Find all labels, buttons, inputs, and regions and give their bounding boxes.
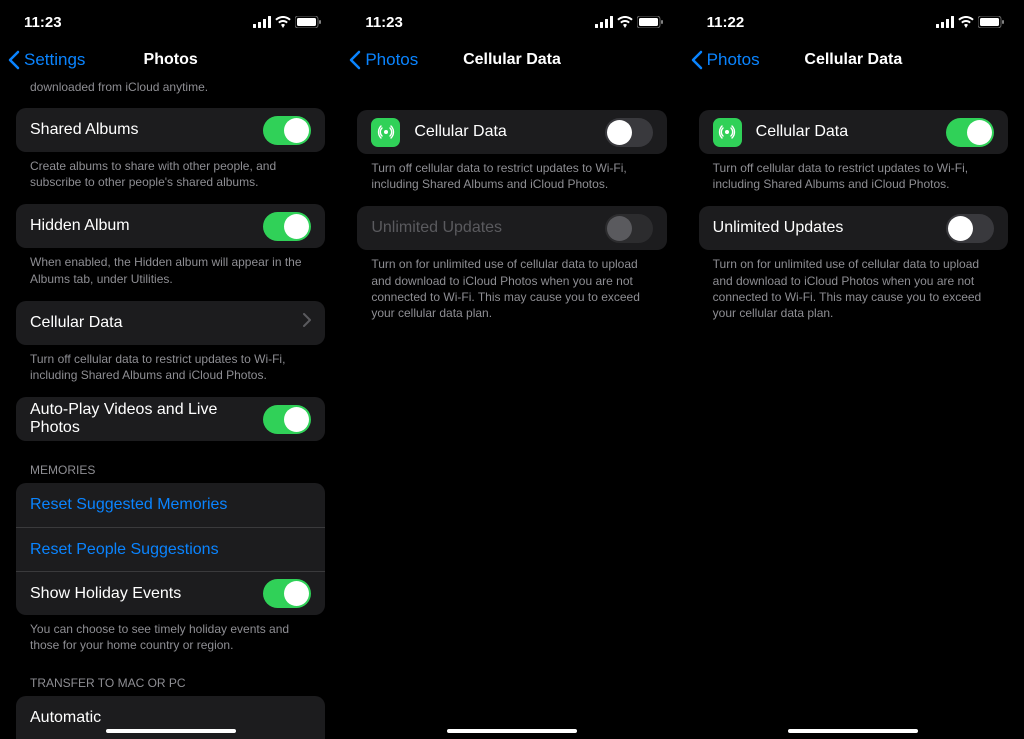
phone-screen-2: 11:23 Photos Cellular Data Cellular Data bbox=[341, 0, 682, 739]
status-bar: 11:23 bbox=[0, 0, 341, 44]
status-time: 11:23 bbox=[365, 14, 403, 31]
status-icons bbox=[253, 16, 321, 28]
truncated-footer: downloaded from iCloud anytime. bbox=[0, 76, 341, 94]
holiday-events-row[interactable]: Show Holiday Events bbox=[16, 571, 325, 615]
cellular-data-toggle[interactable] bbox=[946, 118, 994, 147]
status-time: 11:22 bbox=[707, 14, 745, 31]
shared-albums-row[interactable]: Shared Albums bbox=[16, 108, 325, 152]
status-bar: 11:23 bbox=[341, 0, 682, 44]
wifi-icon bbox=[958, 16, 974, 28]
wifi-icon bbox=[617, 16, 633, 28]
status-icons bbox=[595, 16, 663, 28]
unlimited-updates-footer: Turn on for unlimited use of cellular da… bbox=[699, 250, 1008, 321]
status-time: 11:23 bbox=[24, 14, 62, 31]
nav-bar: Settings Photos bbox=[0, 44, 341, 76]
autoplay-label: Auto-Play Videos and Live Photos bbox=[30, 401, 263, 437]
hidden-album-toggle[interactable] bbox=[263, 212, 311, 241]
reset-memories-button[interactable]: Reset Suggested Memories bbox=[16, 483, 325, 527]
battery-icon bbox=[295, 16, 321, 28]
cellular-data-row[interactable]: Cellular Data bbox=[699, 110, 1008, 154]
shared-albums-toggle[interactable] bbox=[263, 116, 311, 145]
memories-footer: You can choose to see timely holiday eve… bbox=[16, 615, 325, 653]
phone-screen-1: 11:23 Settings Photos downloaded from iC… bbox=[0, 0, 341, 739]
unlimited-updates-label: Unlimited Updates bbox=[371, 219, 502, 237]
phone-screen-3: 11:22 Photos Cellular Data Cellular Data bbox=[683, 0, 1024, 739]
hidden-album-label: Hidden Album bbox=[30, 217, 130, 235]
nav-title: Cellular Data bbox=[683, 51, 1024, 69]
shared-albums-label: Shared Albums bbox=[30, 121, 139, 139]
unlimited-updates-footer: Turn on for unlimited use of cellular da… bbox=[357, 250, 666, 321]
status-bar: 11:22 bbox=[683, 0, 1024, 44]
reset-people-button[interactable]: Reset People Suggestions bbox=[16, 527, 325, 571]
unlimited-updates-row: Unlimited Updates bbox=[357, 206, 666, 250]
nav-title: Cellular Data bbox=[341, 51, 682, 69]
unlimited-updates-row[interactable]: Unlimited Updates bbox=[699, 206, 1008, 250]
home-indicator[interactable] bbox=[447, 729, 577, 733]
antenna-icon bbox=[371, 118, 400, 147]
cellular-data-label: Cellular Data bbox=[756, 123, 848, 141]
signal-icon bbox=[936, 16, 954, 28]
cellular-data-footer: Turn off cellular data to restrict updat… bbox=[357, 154, 666, 192]
cellular-data-footer: Turn off cellular data to restrict updat… bbox=[16, 345, 325, 383]
cellular-data-label: Cellular Data bbox=[414, 123, 506, 141]
home-indicator[interactable] bbox=[788, 729, 918, 733]
status-icons bbox=[936, 16, 1004, 28]
unlimited-updates-toggle bbox=[605, 214, 653, 243]
cellular-data-row[interactable]: Cellular Data bbox=[16, 301, 325, 345]
shared-albums-footer: Create albums to share with other people… bbox=[16, 152, 325, 190]
chevron-right-icon bbox=[303, 313, 311, 332]
wifi-icon bbox=[275, 16, 291, 28]
cellular-data-label: Cellular Data bbox=[30, 314, 122, 332]
battery-icon bbox=[978, 16, 1004, 28]
holiday-events-toggle[interactable] bbox=[263, 579, 311, 608]
nav-bar: Photos Cellular Data bbox=[683, 44, 1024, 76]
hidden-album-row[interactable]: Hidden Album bbox=[16, 204, 325, 248]
holiday-events-label: Show Holiday Events bbox=[30, 585, 181, 603]
autoplay-row[interactable]: Auto-Play Videos and Live Photos bbox=[16, 397, 325, 441]
nav-bar: Photos Cellular Data bbox=[341, 44, 682, 76]
autoplay-toggle[interactable] bbox=[263, 405, 311, 434]
nav-title: Photos bbox=[0, 51, 341, 69]
signal-icon bbox=[595, 16, 613, 28]
memories-header: MEMORIES bbox=[16, 441, 325, 477]
antenna-icon bbox=[713, 118, 742, 147]
cellular-data-footer: Turn off cellular data to restrict updat… bbox=[699, 154, 1008, 192]
hidden-album-footer: When enabled, the Hidden album will appe… bbox=[16, 248, 325, 286]
transfer-header: TRANSFER TO MAC OR PC bbox=[16, 654, 325, 690]
cellular-data-row[interactable]: Cellular Data bbox=[357, 110, 666, 154]
home-indicator[interactable] bbox=[106, 729, 236, 733]
cellular-data-toggle[interactable] bbox=[605, 118, 653, 147]
unlimited-updates-label: Unlimited Updates bbox=[713, 219, 844, 237]
battery-icon bbox=[637, 16, 663, 28]
unlimited-updates-toggle[interactable] bbox=[946, 214, 994, 243]
signal-icon bbox=[253, 16, 271, 28]
